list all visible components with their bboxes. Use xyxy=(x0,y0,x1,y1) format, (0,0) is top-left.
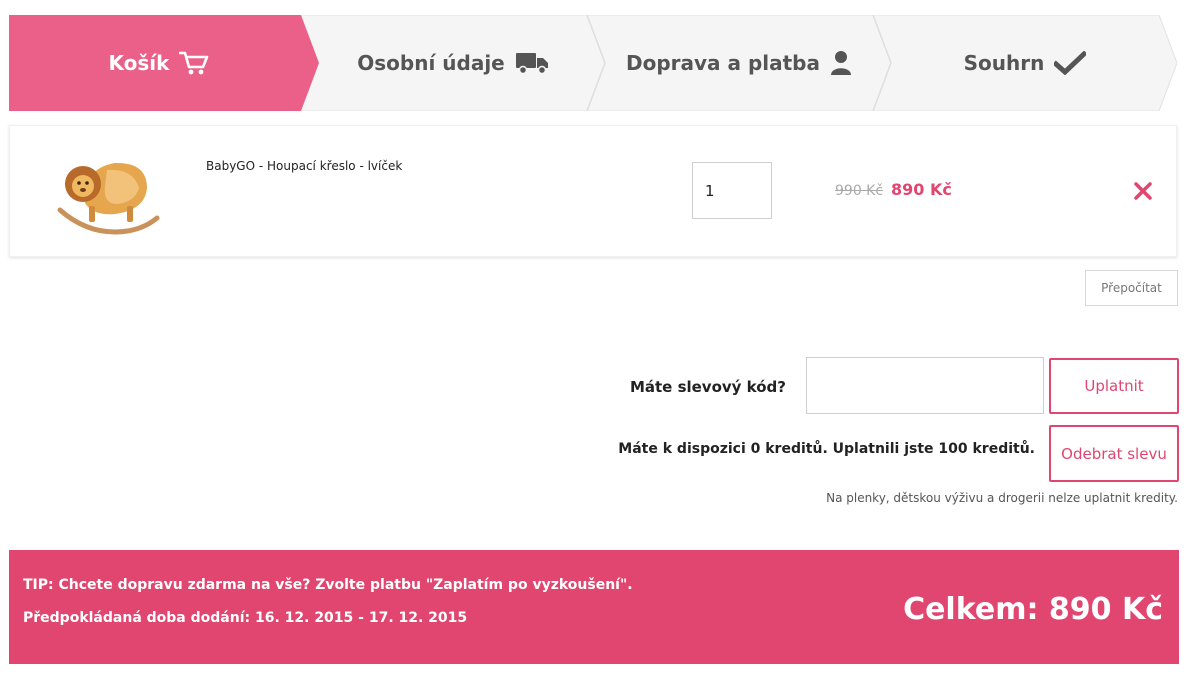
recalculate-button[interactable]: Přepočítat xyxy=(1085,270,1178,306)
discount-code-input[interactable] xyxy=(806,357,1044,414)
step-personal-info[interactable]: Osobní údaje xyxy=(319,15,587,111)
discount-code-label: Máte slevový kód? xyxy=(629,378,786,396)
summary-bar: TIP: Chcete dopravu zdarma na vše? Zvolt… xyxy=(9,550,1179,664)
price-discounted: 890 Kč xyxy=(891,180,952,199)
cart-item-row: BabyGO - Houpací křeslo - lvíček 990 Kč … xyxy=(9,125,1177,257)
product-image xyxy=(57,162,160,235)
credits-info: Máte k dispozici 0 kreditů. Uplatnili js… xyxy=(618,441,1035,457)
step-shipping-payment[interactable]: Doprava a platba xyxy=(605,15,873,111)
order-total: Celkem: 890 Kč xyxy=(903,592,1163,627)
quantity-input[interactable] xyxy=(692,162,772,219)
step-cart[interactable]: Košík xyxy=(9,15,309,111)
cart-icon xyxy=(179,51,209,75)
checkout-stepper: Košík Osobní údaje Doprava a platba Souh… xyxy=(9,15,1177,111)
step-summary[interactable]: Souhrn xyxy=(891,15,1159,111)
product-name[interactable]: BabyGO - Houpací křeslo - lvíček xyxy=(206,159,402,173)
step-label: Košík xyxy=(108,51,170,75)
credits-note: Na plenky, dětskou výživu a drogerii nel… xyxy=(826,491,1178,505)
step-label: Doprava a platba xyxy=(625,51,820,75)
user-icon xyxy=(831,51,851,75)
checkmark-icon xyxy=(1054,51,1087,75)
truck-icon xyxy=(515,53,548,75)
remove-item-close-icon[interactable] xyxy=(1130,178,1156,204)
delivery-estimate: Předpokládaná doba dodání: 16. 12. 2015 … xyxy=(23,610,468,626)
step-label: Osobní údaje xyxy=(357,51,505,75)
price-original: 990 Kč xyxy=(835,183,884,199)
shipping-tip: TIP: Chcete dopravu zdarma na vše? Zvolt… xyxy=(23,577,633,593)
step-label: Souhrn xyxy=(963,51,1045,75)
apply-discount-button[interactable]: Uplatnit xyxy=(1049,358,1179,414)
remove-discount-button[interactable]: Odebrat slevu xyxy=(1049,425,1179,482)
